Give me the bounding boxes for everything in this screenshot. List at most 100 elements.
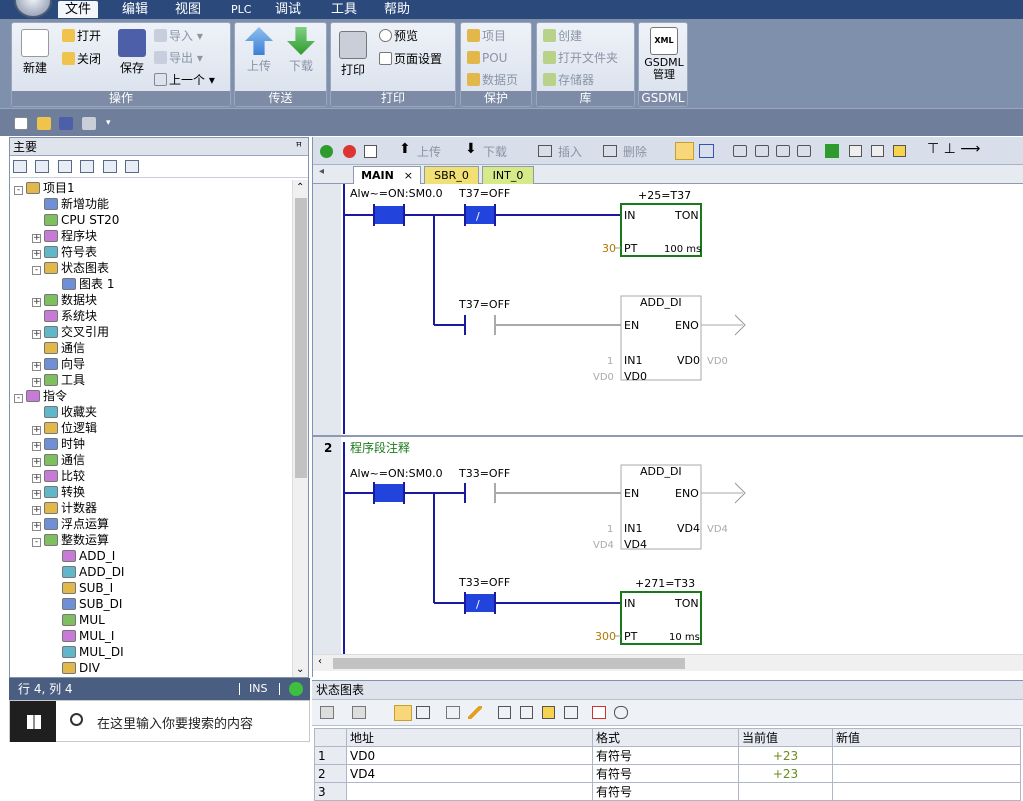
toggle-view-icon[interactable] [675,142,694,160]
tree-item[interactable]: + 位逻辑 [32,420,97,436]
tree-item[interactable]: CPU ST20 [32,212,119,228]
scrollbar-thumb[interactable] [333,658,685,669]
toolbar-delete[interactable]: 删除 [623,143,647,160]
tree-item[interactable]: - 状态图表 [32,260,109,276]
save-icon[interactable] [59,117,73,130]
tree-item[interactable]: + 工具 [32,372,85,388]
gsdml-manage-button[interactable]: XML GSDML 管理 [642,27,686,81]
menu-view[interactable]: 视图 [168,1,208,18]
tree-item[interactable]: 新增功能 [32,196,109,212]
scroll-down-icon[interactable]: ⌄ [296,664,304,675]
tree-item[interactable]: DIV [50,660,100,676]
cell-new[interactable] [832,746,1021,765]
cell-addr[interactable]: VD4 [346,764,593,783]
pencil-icon[interactable] [468,706,482,719]
tree-item[interactable]: + 时钟 [32,436,85,452]
expand-icon[interactable]: + [32,234,41,243]
table-row[interactable]: 2 VD4 有符号 +23 [314,764,1021,783]
page-setup-button[interactable]: 页面设置 [379,50,442,68]
customize-dropdown-icon[interactable]: ▾ [106,117,120,130]
view-icon[interactable] [125,160,139,173]
tab-sbr0[interactable]: SBR_0 [424,166,479,184]
expand-icon[interactable]: + [32,426,41,435]
chart-icon[interactable] [352,706,366,719]
windows-start-button[interactable] [10,701,56,742]
toggle-view-icon[interactable] [699,144,714,158]
tree-item[interactable]: + 通信 [32,452,85,468]
cell-cur[interactable]: +23 [738,764,833,783]
tree-item[interactable]: MUL_I [50,628,114,644]
cell-cur[interactable]: +23 [738,746,833,765]
tree-item[interactable]: - 项目1 [14,180,75,196]
lock-icon[interactable] [849,145,862,157]
scroll-left-icon[interactable]: ‹ [318,656,322,667]
download-arrow-icon[interactable]: ⬇ [465,141,477,157]
tree-item[interactable]: ADD_DI [50,564,124,580]
line-icon[interactable]: ⊤ ⊥ ⟶ [927,141,980,157]
network-icon[interactable] [733,145,747,157]
library-create-button[interactable]: 创建 [543,27,582,45]
import-button[interactable]: 导入 ▾ [154,27,203,45]
tree-item[interactable]: + 计数器 [32,500,97,516]
tab-int0[interactable]: INT_0 [482,166,534,184]
contact-t37-nc[interactable] [465,206,495,224]
upload-arrow-icon[interactable]: ⬆ [399,141,411,157]
save-button[interactable]: 保存 [116,29,148,76]
tree-scrollbar[interactable]: ⌃ ⌄ [292,180,308,677]
toolbar-download[interactable]: 下载 [483,143,507,160]
network-2-comment[interactable]: 程序段注释 [350,440,410,455]
pause-icon[interactable] [416,706,430,719]
expand-icon[interactable]: + [32,362,41,371]
cell-new[interactable] [832,782,1021,801]
force-icon[interactable] [564,706,578,719]
tree-item[interactable]: MUL_DI [50,644,124,660]
network-icon[interactable] [797,145,811,157]
tree-item[interactable]: MUL [50,612,105,628]
expand-icon[interactable]: + [32,474,41,483]
toolbar-upload[interactable]: 上传 [417,143,441,160]
run-icon[interactable] [320,145,333,158]
run-status-icon[interactable] [394,705,412,721]
tree-item[interactable]: SUB_I [50,580,113,596]
tree-item[interactable]: + 向导 [32,356,85,372]
glasses-icon[interactable] [446,706,460,719]
toolbar-insert[interactable]: 插入 [558,143,582,160]
menu-tools[interactable]: 工具 [324,1,364,18]
delete-icon[interactable] [603,145,617,157]
tree-item[interactable]: SUB_DI [50,596,122,612]
table-row[interactable]: 1 VD0 有符号 +23 [314,746,1021,765]
tree-item[interactable]: + 转换 [32,484,85,500]
network-icon[interactable] [776,145,790,157]
tree-item[interactable]: + 数据块 [32,292,97,308]
menu-help[interactable]: 帮助 [377,1,417,18]
view-icon[interactable] [35,160,49,173]
scroll-up-icon[interactable]: ⌃ [296,182,304,193]
expand-icon[interactable]: + [32,298,41,307]
tree-item[interactable]: + 交叉引用 [32,324,109,340]
tree-item[interactable]: - 指令 [14,388,67,404]
network-icon[interactable] [755,145,769,157]
cell-addr[interactable]: VD0 [346,746,593,765]
expand-icon[interactable]: + [32,458,41,467]
tree-item[interactable]: + 浮点运算 [32,516,109,532]
export-button[interactable]: 导出 ▾ [154,49,203,67]
previous-button[interactable]: 上一个 ▾ [154,71,215,89]
add-icon[interactable] [320,706,334,719]
tree-item[interactable]: ADD_I [50,548,115,564]
library-open-folder-button[interactable]: 打开文件夹 [543,49,618,67]
preview-button[interactable]: 预览 [379,27,418,45]
lock-icon[interactable] [893,145,906,157]
tree-item[interactable]: + 比较 [32,468,85,484]
protect-project-button[interactable]: 项目 [467,27,506,45]
editor-hscrollbar[interactable]: ‹ [313,654,1023,671]
view-icon[interactable] [13,160,27,173]
lock-icon[interactable] [520,706,533,719]
tree-item[interactable]: 图表 1 [50,276,114,292]
tree-item[interactable]: 系统块 [32,308,97,324]
insert-icon[interactable] [538,145,552,157]
goto-icon[interactable] [825,144,839,158]
menu-file[interactable]: 文件 [58,1,99,18]
cell-fmt[interactable]: 有符号 [592,782,739,801]
close-icon[interactable]: × [404,169,413,182]
menu-plc[interactable]: PLC [224,1,258,18]
